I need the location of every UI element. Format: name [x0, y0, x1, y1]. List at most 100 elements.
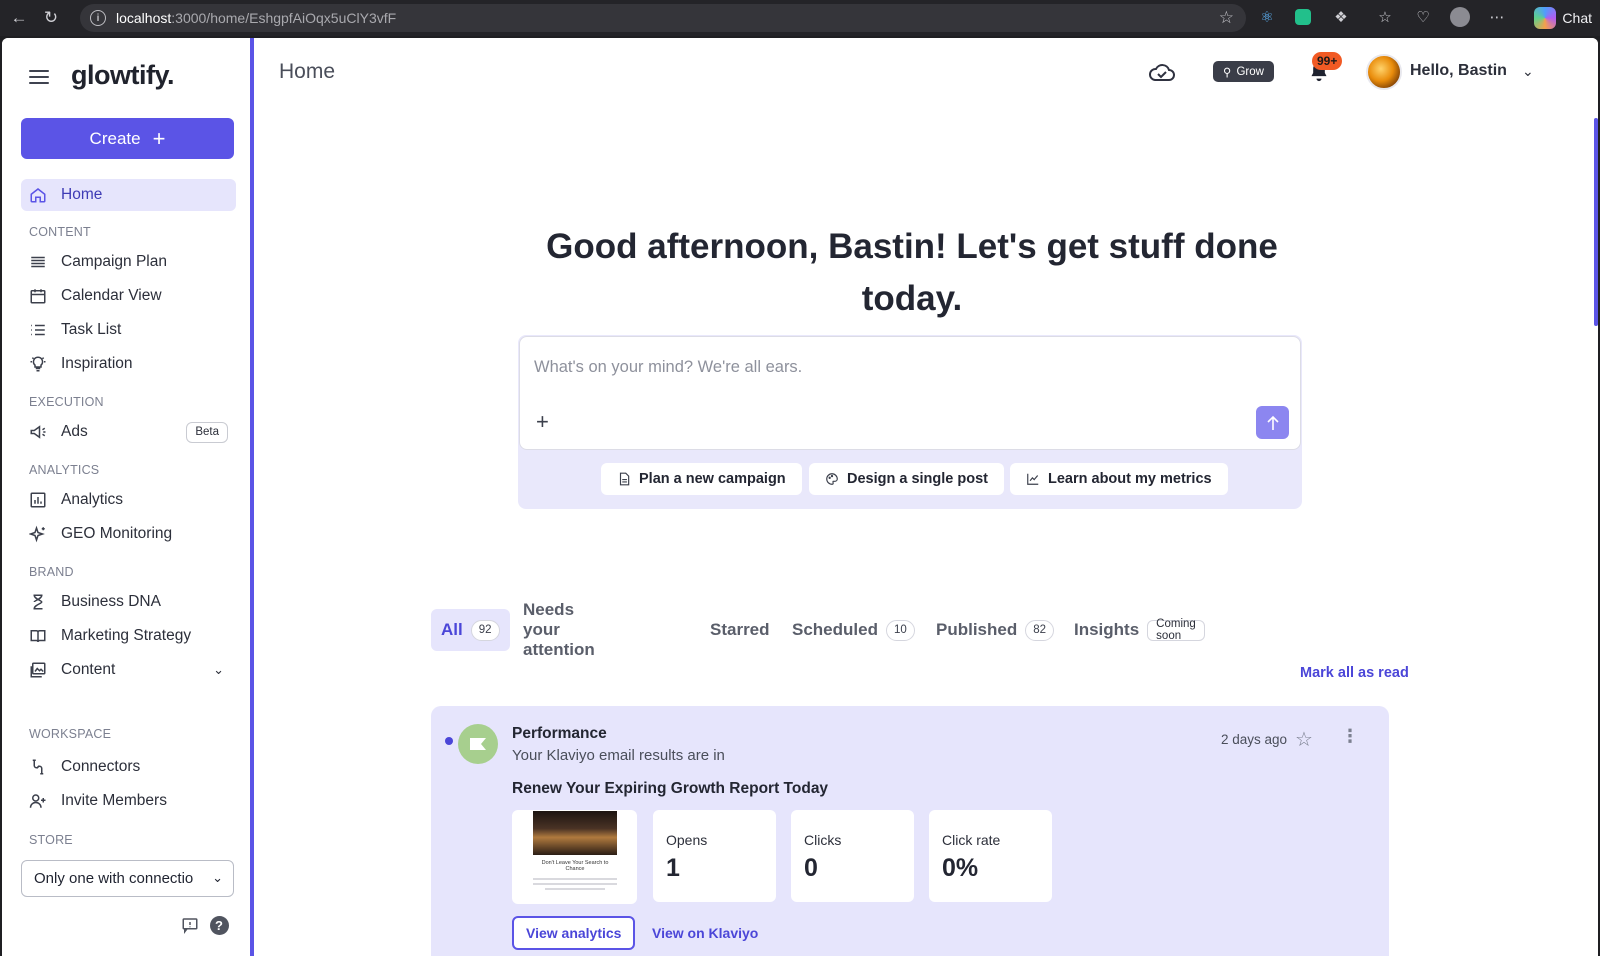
campaign-plan-icon — [27, 251, 49, 273]
sidebar-item-ads[interactable]: Ads Beta — [21, 416, 236, 448]
extensions-puzzle-icon[interactable]: ❖ — [1330, 6, 1352, 28]
help-icon[interactable]: ? — [208, 914, 230, 936]
star-icon[interactable]: ☆ — [1295, 727, 1313, 752]
sidebar-item-label: Connectors — [61, 758, 141, 775]
sidebar-item-business-dna[interactable]: Business DNA — [21, 586, 236, 618]
tab-needs-attention[interactable]: Needs your attention — [523, 600, 595, 659]
sidebar-item-geo-monitoring[interactable]: GEO Monitoring — [21, 518, 236, 550]
more-menu-icon[interactable]: ⋯ — [1486, 6, 1508, 28]
images-icon — [27, 659, 49, 681]
design-post-chip[interactable]: Design a single post — [809, 463, 1004, 495]
sidebar-item-content[interactable]: Content ⌄ — [21, 654, 236, 686]
mark-all-read-link[interactable]: Mark all as read — [1300, 665, 1409, 681]
view-analytics-button[interactable]: View analytics — [512, 916, 636, 950]
section-label-execution: EXECUTION — [29, 395, 104, 409]
reload-icon[interactable]: ↻ — [38, 5, 64, 31]
create-button[interactable]: Create + — [21, 118, 234, 159]
calendar-icon — [27, 285, 49, 307]
notification-badge: 99+ — [1312, 52, 1343, 70]
chip-label: Plan a new campaign — [639, 471, 786, 487]
coming-soon-badge: Coming soon — [1147, 618, 1205, 642]
metric-card-clicks: Clicks 0 — [791, 810, 914, 902]
extension-green-icon[interactable] — [1292, 6, 1314, 28]
section-label-workspace: WORKSPACE — [29, 727, 112, 741]
user-greeting[interactable]: Hello, Bastin — [1410, 62, 1507, 80]
learn-metrics-chip[interactable]: Learn about my metrics — [1010, 463, 1228, 495]
menu-toggle-icon[interactable] — [29, 70, 49, 84]
copilot-chat-button[interactable]: Chat — [1534, 5, 1592, 31]
url-host: localhost — [116, 10, 172, 26]
chevron-down-icon[interactable]: ⌄ — [1522, 63, 1534, 80]
avatar[interactable] — [1366, 54, 1402, 90]
sidebar-item-analytics[interactable]: Analytics — [21, 484, 236, 516]
grow-button[interactable]: ⚲ Grow — [1213, 61, 1274, 82]
tab-published[interactable]: Published 82 — [936, 609, 1055, 651]
thumbnail-line — [533, 878, 617, 880]
sidebar-item-label: Analytics — [61, 491, 124, 508]
chip-label: Learn about my metrics — [1048, 471, 1212, 487]
tab-scheduled[interactable]: Scheduled 10 — [792, 609, 915, 651]
rocket-icon: ⚲ — [1223, 66, 1232, 79]
url-path: :3000/home/EshgpfAiOqx5uClY3vfF — [171, 10, 397, 26]
metric-value: 1 — [666, 854, 680, 882]
palette-icon — [825, 472, 839, 486]
tab-all[interactable]: All 92 — [431, 609, 510, 651]
feed-card[interactable]: Performance Your Klaviyo email results a… — [431, 706, 1389, 956]
app-window: glowtify. Create + Home CONTENT Campaign… — [2, 38, 1598, 956]
sidebar-item-label: Home — [61, 186, 103, 203]
sidebar-item-marketing-strategy[interactable]: Marketing Strategy — [21, 620, 236, 652]
view-on-klaviyo-link[interactable]: View on Klaviyo — [652, 925, 758, 941]
sidebar-item-task-list[interactable]: Task List — [21, 314, 236, 346]
sidebar-item-home[interactable]: Home — [21, 179, 236, 211]
site-info-icon[interactable]: i — [90, 10, 106, 26]
chevron-down-icon[interactable]: ⌄ — [213, 662, 224, 678]
section-label-content: CONTENT — [29, 225, 91, 239]
thumbnail-line — [533, 883, 617, 885]
attach-plus-icon[interactable]: + — [536, 409, 549, 435]
feedback-icon[interactable] — [179, 914, 201, 936]
bookmark-star-icon[interactable]: ☆ — [1219, 8, 1234, 28]
copilot-icon — [1534, 7, 1557, 29]
sidebar-item-label: Campaign Plan — [61, 253, 167, 270]
address-bar[interactable]: i localhost:3000/home/EshgpfAiOqx5uClY3v… — [80, 4, 1246, 32]
store-select[interactable]: Only one with connectio ⌄ — [21, 860, 234, 897]
composer-input[interactable] — [534, 355, 1234, 379]
sidebar-item-campaign-plan[interactable]: Campaign Plan — [21, 246, 236, 278]
home-icon — [27, 184, 49, 206]
sidebar-item-inspiration[interactable]: Inspiration — [21, 348, 236, 380]
tab-insights[interactable]: Insights Coming soon — [1074, 609, 1205, 651]
email-thumbnail[interactable]: Don't Leave Your Search to Chance — [512, 810, 637, 904]
tab-label: Insights — [1074, 620, 1140, 639]
plan-campaign-chip[interactable]: Plan a new campaign — [601, 463, 802, 495]
send-button[interactable] — [1256, 406, 1289, 439]
sparkles-icon — [27, 523, 49, 545]
section-label-store: STORE — [29, 833, 73, 847]
tab-label: Needs your attention — [523, 600, 595, 659]
tab-label: All — [441, 620, 463, 639]
user-plus-icon — [27, 790, 49, 812]
plus-icon: + — [152, 125, 166, 151]
sidebar-item-label: Calendar View — [61, 287, 162, 304]
section-label-analytics: ANALYTICS — [29, 463, 100, 477]
more-vertical-icon[interactable]: ⋮ — [1341, 726, 1359, 747]
back-icon[interactable]: ← — [6, 5, 32, 31]
react-devtools-icon[interactable]: ⚛ — [1256, 6, 1278, 28]
tab-label: Starred — [710, 620, 770, 639]
unread-indicator — [445, 737, 453, 745]
composer-panel: + Plan a new campaign Design a single po… — [518, 335, 1302, 509]
bar-chart-icon — [27, 489, 49, 511]
health-icon[interactable]: ♡ — [1412, 6, 1434, 28]
tab-label: Published — [936, 620, 1018, 639]
beta-badge: Beta — [186, 421, 228, 443]
sidebar-item-calendar-view[interactable]: Calendar View — [21, 280, 236, 312]
sidebar-item-label: Business DNA — [61, 593, 161, 610]
scrollbar[interactable] — [1594, 118, 1598, 326]
favorites-icon[interactable]: ☆ — [1374, 6, 1396, 28]
sidebar-item-label: Ads — [61, 423, 88, 440]
profile-icon[interactable] — [1449, 6, 1471, 28]
sidebar-item-connectors[interactable]: Connectors — [21, 751, 236, 783]
sidebar-item-invite-members[interactable]: Invite Members — [21, 785, 236, 817]
tab-starred[interactable]: Starred — [710, 609, 770, 651]
cloud-sync-icon[interactable] — [1147, 60, 1177, 84]
card-category: Performance — [512, 725, 607, 742]
